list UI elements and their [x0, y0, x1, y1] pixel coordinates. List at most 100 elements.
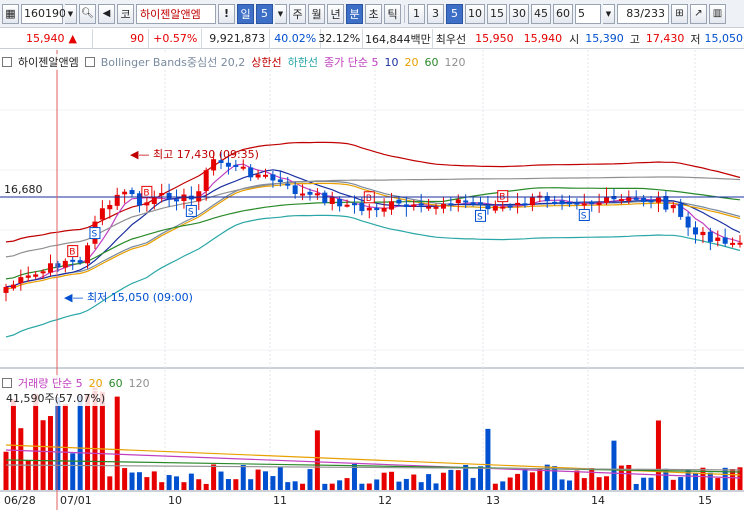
- candle-body: [485, 205, 491, 210]
- candle-body: [99, 208, 105, 220]
- chevron-down-icon[interactable]: ▼: [275, 3, 287, 24]
- interval-select[interactable]: 5: [575, 3, 601, 24]
- candle-body: [455, 199, 461, 204]
- sell-signal-icon: S: [185, 204, 197, 217]
- volume-bar: [285, 482, 291, 490]
- volume-bar: [129, 472, 135, 490]
- grid-settings-icon[interactable]: ⊞: [671, 3, 688, 24]
- volume-bar: [359, 483, 365, 490]
- x-axis-label: 07/01: [60, 494, 92, 507]
- candle-body: [515, 202, 521, 206]
- volume-bar: [196, 479, 202, 490]
- candle-body: [129, 190, 135, 195]
- volume-bar: [270, 476, 276, 490]
- signal-letter: S: [188, 207, 194, 217]
- legend-toggle-box[interactable]: [2, 57, 12, 67]
- volume-bar: [307, 469, 313, 490]
- low-price: 15,050: [704, 32, 744, 45]
- candle-body: [203, 170, 209, 191]
- candle-body: [426, 206, 432, 209]
- interval-button-30[interactable]: 30: [509, 3, 529, 24]
- bar-count-value: 83: [626, 7, 641, 20]
- period-month-button[interactable]: 월: [308, 3, 325, 24]
- volume-bar: [277, 467, 283, 490]
- legend-toggle-box[interactable]: [84, 57, 95, 67]
- interval-button-3[interactable]: 3: [427, 3, 444, 24]
- candle-body: [122, 191, 128, 195]
- signal-letter: S: [581, 211, 587, 221]
- candle-body: [381, 207, 387, 212]
- chart-toolbar: ▦ 160190 ▼ 🔍︎ ◀ 코 하이젠알앤엠 ! 일 5 ▼ 주 월 년 분…: [0, 0, 744, 28]
- volume-current-value: 41,590주(57.07%): [6, 392, 106, 405]
- candle-body: [307, 191, 313, 195]
- speaker-icon[interactable]: ◀: [98, 3, 115, 24]
- split-view-icon[interactable]: ▥: [709, 3, 726, 24]
- volume-bar: [248, 479, 254, 490]
- candle-body: [670, 205, 676, 209]
- legend-bb-upper: 상한선: [251, 56, 282, 69]
- chart-area[interactable]: BSBSBSBS 16,680 ◀— 최고 17,430 (09:35) ◀— …: [0, 50, 744, 510]
- grid-icon[interactable]: ▦: [2, 3, 19, 24]
- period-week-button[interactable]: 주: [289, 3, 306, 24]
- x-axis-label: 15: [698, 494, 712, 507]
- candle-body: [10, 284, 16, 289]
- volume-bar: [529, 472, 535, 490]
- signal-letter: S: [477, 212, 483, 222]
- low-annotation-text: 최저 15,050 (09:00): [87, 291, 193, 304]
- volume-bar: [18, 428, 24, 490]
- period-minute-button[interactable]: 분: [346, 3, 363, 24]
- period-value-button[interactable]: 5: [256, 3, 273, 24]
- volume-bar: [225, 479, 231, 490]
- high-annotation: ◀— 최고 17,430 (09:35): [130, 148, 259, 161]
- volume-bar: [374, 479, 380, 490]
- stock-name-field[interactable]: 하이젠알앤엠: [136, 3, 216, 24]
- x-axis-label: 11: [273, 494, 287, 507]
- candle-body: [463, 200, 469, 203]
- legend-toggle-box[interactable]: [2, 378, 12, 388]
- interval-button-15[interactable]: 15: [487, 3, 507, 24]
- interval-button-45[interactable]: 45: [531, 3, 551, 24]
- interval-button-60[interactable]: 60: [553, 3, 573, 24]
- candle-body: [478, 202, 484, 205]
- period-tick-button[interactable]: 틱: [384, 3, 401, 24]
- legend-bb-mid: Bollinger Bands중심선 20,2: [100, 56, 246, 69]
- chevron-down-icon[interactable]: ▼: [603, 3, 615, 24]
- candle-body: [166, 192, 172, 200]
- bar-count-field[interactable]: 83 /233: [617, 3, 669, 24]
- legend-ma60: 60: [424, 55, 439, 69]
- candle-body: [40, 271, 46, 274]
- interval-button-5[interactable]: 5: [446, 3, 463, 24]
- volume-bar: [122, 468, 128, 490]
- chevron-down-icon[interactable]: ▼: [65, 3, 77, 24]
- period-year-button[interactable]: 년: [327, 3, 344, 24]
- volume-bar: [418, 482, 424, 490]
- magnifier-icon[interactable]: 🔍︎: [79, 3, 96, 24]
- interval-button-10[interactable]: 10: [465, 3, 485, 24]
- candle-body: [33, 274, 39, 277]
- alert-button[interactable]: !: [218, 3, 235, 24]
- x-axis-labels: 06/28 07/01 10 11 12 13 14 15: [4, 494, 712, 507]
- x-axis-label: 10: [168, 494, 182, 507]
- candle-body: [722, 237, 728, 244]
- volume-bar: [426, 474, 432, 490]
- candlestick-chart[interactable]: BSBSBSBS 16,680 ◀— 최고 17,430 (09:35) ◀— …: [0, 50, 744, 510]
- market-button[interactable]: 코: [117, 3, 134, 24]
- draw-tool-icon[interactable]: ↗: [690, 3, 707, 24]
- candle-body: [18, 277, 24, 284]
- arrow-left-icon: ◀—: [64, 291, 83, 304]
- volume-current-label: 41,590주(57.07%): [6, 390, 106, 406]
- period-second-button[interactable]: 초: [365, 3, 382, 24]
- volume-bar: [396, 481, 402, 490]
- buy-signal-icon: B: [67, 245, 79, 258]
- interval-button-1[interactable]: 1: [408, 3, 425, 24]
- candle-body: [374, 207, 380, 211]
- stock-code-input[interactable]: 160190: [21, 3, 66, 24]
- candle-body: [700, 231, 706, 236]
- candle-body: [159, 193, 165, 196]
- period-day-button[interactable]: 일: [237, 3, 254, 24]
- candle-body: [359, 202, 365, 212]
- candle-body: [529, 196, 535, 206]
- candle-body: [707, 231, 713, 242]
- volume-bar: [218, 471, 224, 490]
- candle-body: [648, 200, 654, 203]
